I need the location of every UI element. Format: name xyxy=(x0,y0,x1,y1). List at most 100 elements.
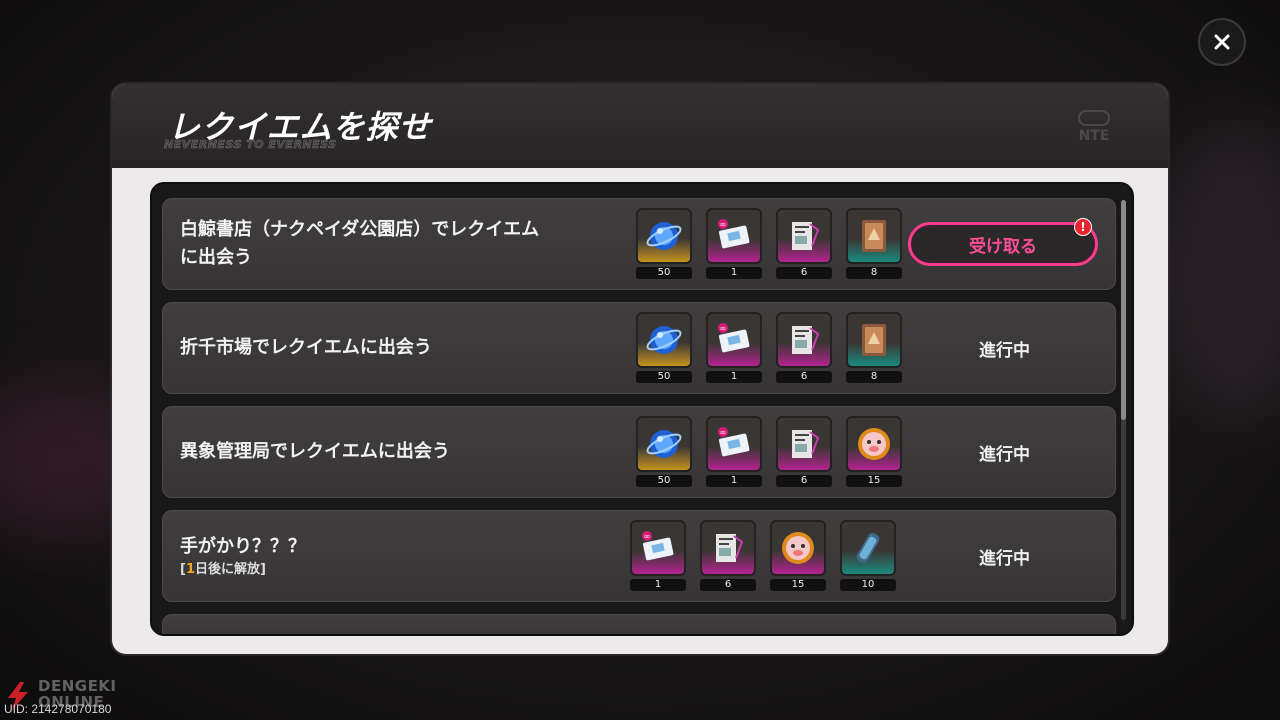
document-card-icon xyxy=(716,534,744,562)
background-blur xyxy=(1160,120,1280,420)
unlock-suffix: 日後に解放] xyxy=(195,562,266,577)
quest-list[interactable]: 白鯨書店（ナクペイダ公園店）でレクイエム に出会う 50 ∞ 1 6 8 受け取る! 折千市場で… xyxy=(150,182,1134,636)
document-card-icon xyxy=(792,326,820,354)
watermark-line1: DENGEKI xyxy=(38,677,117,695)
reward-item[interactable]: ∞ 1 xyxy=(630,520,686,591)
header-scallop-edge xyxy=(112,162,1168,174)
reward-frame xyxy=(770,520,826,576)
scrollbar-thumb[interactable] xyxy=(1121,200,1126,420)
blue-orb-icon xyxy=(646,430,682,458)
reward-frame xyxy=(776,416,832,472)
reward-frame: ∞ xyxy=(706,416,762,472)
claim-button[interactable]: 受け取る xyxy=(908,222,1098,266)
reward-quantity: 50 xyxy=(636,371,692,383)
reward-item[interactable]: 15 xyxy=(770,520,826,591)
quest-row: 折千市場でレクイエムに出会う 50 ∞ 1 6 8 進行中 xyxy=(162,302,1116,394)
blue-orb-icon xyxy=(646,222,682,250)
reward-item[interactable]: 6 xyxy=(776,312,832,383)
ticket-card-icon: ∞ xyxy=(718,323,750,353)
reward-item[interactable]: ∞ 1 xyxy=(706,312,762,383)
alert-badge-icon: ! xyxy=(1074,218,1092,236)
scrollbar[interactable] xyxy=(1121,200,1126,620)
reward-item[interactable]: 15 xyxy=(846,416,902,487)
reward-quantity: 1 xyxy=(706,371,762,383)
reward-frame xyxy=(776,208,832,264)
uid-label: UID: 214278070180 xyxy=(4,702,112,716)
brand-ring-icon xyxy=(1078,110,1110,126)
document-card-icon xyxy=(792,430,820,458)
reward-quantity: 6 xyxy=(776,371,832,383)
reward-frame xyxy=(636,208,692,264)
unlock-days: 1 xyxy=(185,562,195,577)
reward-quantity: 6 xyxy=(776,475,832,487)
pig-coin-icon xyxy=(782,532,814,564)
reward-frame xyxy=(636,416,692,472)
quest-title-line: 異象管理局でレクイエムに出会う xyxy=(180,441,450,462)
pig-coin-icon xyxy=(858,428,890,460)
reward-frame xyxy=(636,312,692,368)
close-button[interactable] xyxy=(1198,18,1246,66)
reward-frame: ∞ xyxy=(706,208,762,264)
bronze-badge-icon xyxy=(862,220,886,252)
reward-frame xyxy=(700,520,756,576)
reward-frame xyxy=(846,416,902,472)
reward-quantity: 8 xyxy=(846,267,902,279)
bronze-badge-icon xyxy=(862,324,886,356)
quest-title: 折千市場でレクイエムに出会う xyxy=(180,302,600,394)
reward-frame xyxy=(846,312,902,368)
quest-status: 進行中 xyxy=(979,548,1030,569)
quest-row: 白鯨書店（ナクペイダ公園店）でレクイエム に出会う 50 ∞ 1 6 8 受け取る! xyxy=(162,198,1116,290)
quest-panel: レクイエムを探せ NEVERNESS TO EVERNESS NTE 白鯨書店（… xyxy=(112,84,1168,654)
close-icon xyxy=(1214,34,1230,50)
reward-frame: ∞ xyxy=(630,520,686,576)
reward-frame: ∞ xyxy=(706,312,762,368)
svg-text:∞: ∞ xyxy=(720,324,727,333)
quest-title-line: 白鯨書店（ナクペイダ公園店）でレクイエム xyxy=(180,219,540,240)
panel-header: レクイエムを探せ NEVERNESS TO EVERNESS NTE xyxy=(112,84,1168,174)
quest-title: 白鯨書店（ナクペイダ公園店）でレクイエム に出会う xyxy=(180,198,600,290)
ticket-card-icon: ∞ xyxy=(718,427,750,457)
svg-text:∞: ∞ xyxy=(720,428,727,437)
reward-quantity: 6 xyxy=(700,579,756,591)
reward-quantity: 1 xyxy=(630,579,686,591)
quest-row: 異象管理局でレクイエムに出会う 50 ∞ 1 6 15 進行中 xyxy=(162,406,1116,498)
quest-status: 進行中 xyxy=(979,340,1030,361)
reward-item[interactable]: 8 xyxy=(846,312,902,383)
reward-item[interactable]: 50 xyxy=(636,312,692,383)
reward-item[interactable]: 8 xyxy=(846,208,902,279)
brand-text: NTE xyxy=(1078,128,1110,144)
quest-row-partial xyxy=(162,614,1116,634)
quest-title-line: に出会う xyxy=(180,247,252,268)
svg-text:∞: ∞ xyxy=(720,220,727,229)
reward-quantity: 10 xyxy=(840,579,896,591)
quest-title: 手がかり？？？ [1日後に解放] xyxy=(180,510,600,602)
ticket-card-icon: ∞ xyxy=(642,531,674,561)
reward-item[interactable]: 10 xyxy=(840,520,896,591)
reward-quantity: 8 xyxy=(846,371,902,383)
reward-quantity: 15 xyxy=(770,579,826,591)
reward-item[interactable]: 50 xyxy=(636,208,692,279)
reward-item[interactable]: 50 xyxy=(636,416,692,487)
reward-item[interactable]: 6 xyxy=(776,208,832,279)
reward-item[interactable]: ∞ 1 xyxy=(706,208,762,279)
reward-quantity: 50 xyxy=(636,267,692,279)
reward-frame xyxy=(776,312,832,368)
reward-frame xyxy=(846,208,902,264)
reward-item[interactable]: ∞ 1 xyxy=(706,416,762,487)
reward-quantity: 1 xyxy=(706,475,762,487)
brand-logo: NTE xyxy=(1064,110,1124,154)
reward-quantity: 50 xyxy=(636,475,692,487)
reward-quantity: 15 xyxy=(846,475,902,487)
reward-item[interactable]: 6 xyxy=(776,416,832,487)
quest-title-line: 手がかり？？？ xyxy=(180,536,306,557)
reward-item[interactable]: 6 xyxy=(700,520,756,591)
document-card-icon xyxy=(792,222,820,250)
quest-status: 進行中 xyxy=(979,444,1030,465)
ticket-card-icon: ∞ xyxy=(718,219,750,249)
canister-icon xyxy=(856,532,880,564)
quest-title-line: 折千市場でレクイエムに出会う xyxy=(180,337,432,358)
reward-frame xyxy=(840,520,896,576)
reward-quantity: 1 xyxy=(706,267,762,279)
reward-quantity: 6 xyxy=(776,267,832,279)
unlock-countdown: [1日後に解放] xyxy=(180,561,600,579)
